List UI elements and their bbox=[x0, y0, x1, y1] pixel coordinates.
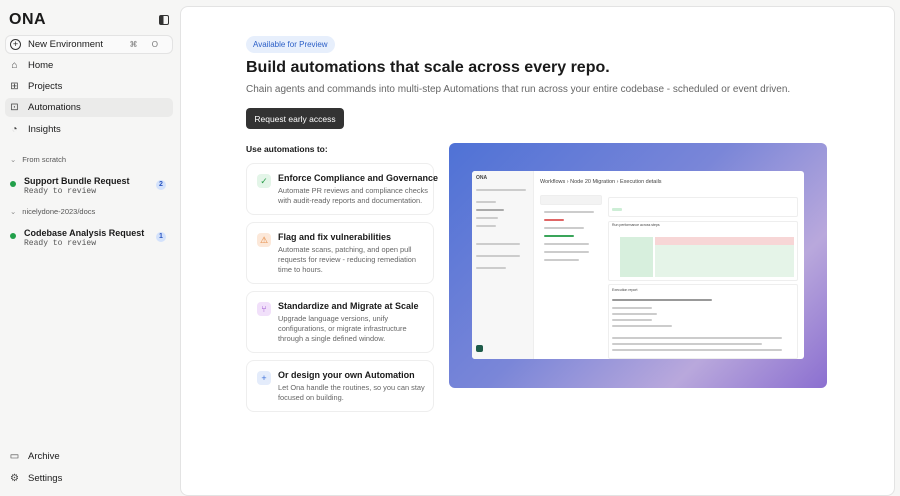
page-title: Build automations that scale across ever… bbox=[246, 59, 610, 76]
chevron-down-icon: ⌄ bbox=[10, 155, 17, 164]
sidebar-toggle-icon[interactable] bbox=[159, 15, 169, 25]
pie-chart-icon: ◔ bbox=[11, 124, 18, 135]
nav-label: Insights bbox=[28, 124, 61, 135]
group-docs[interactable]: ⌄ nicelydone-2023/docs bbox=[10, 207, 95, 216]
status-dot bbox=[10, 233, 16, 239]
card-description: Automate scans, patching, and open pull … bbox=[278, 245, 417, 274]
nav-label: Home bbox=[28, 60, 54, 71]
nav-insights[interactable]: ◔ Insights bbox=[5, 120, 173, 139]
use-case-card: ⑂ Standardize and Migrate at Scale Upgra… bbox=[246, 291, 434, 353]
request-early-access-button[interactable]: Request early access bbox=[246, 108, 344, 129]
use-case-card: ⚠ Flag and fix vulnerabilities Automate … bbox=[246, 222, 434, 284]
new-environment-button[interactable]: + New Environment ⌘ O bbox=[5, 35, 173, 54]
group-label: From scratch bbox=[22, 155, 67, 164]
nav-archive[interactable]: ▭ Archive bbox=[5, 447, 173, 466]
preview-screenshot: ONA Workflows › Node 20 Migration › Exec… bbox=[472, 171, 804, 359]
task-name: Codebase Analysis Request bbox=[24, 228, 145, 238]
task-item[interactable]: Codebase Analysis Request Ready to revie… bbox=[10, 228, 168, 250]
nav-home[interactable]: ⌂ Home bbox=[5, 56, 173, 75]
nav-label: Automations bbox=[28, 102, 81, 113]
sidebar: ONA + New Environment ⌘ O ⌂ Home ⊞ Project… bbox=[0, 0, 180, 484]
card-description: Automate PR reviews and compliance check… bbox=[278, 186, 428, 205]
warning-icon: ⚠ bbox=[257, 233, 271, 247]
card-description: Let Ona handle the routines, so you can … bbox=[278, 383, 425, 402]
home-icon: ⌂ bbox=[11, 60, 18, 71]
shortcut-hint: ⌘ O bbox=[129, 40, 164, 49]
product-preview-image: ONA Workflows › Node 20 Migration › Exec… bbox=[449, 143, 827, 388]
count-badge: 1 bbox=[156, 232, 166, 242]
nav-label: Projects bbox=[28, 81, 63, 92]
group-from-scratch[interactable]: ⌄ From scratch bbox=[10, 155, 66, 164]
automation-icon: ⊡ bbox=[10, 102, 19, 113]
use-case-card: ✓ Enforce Compliance and Governance Auto… bbox=[246, 163, 438, 215]
card-title: Flag and fix vulnerabilities bbox=[278, 232, 392, 242]
count-badge: 2 bbox=[156, 180, 166, 190]
task-status: Ready to review bbox=[24, 187, 97, 196]
plus-icon: + bbox=[257, 371, 271, 385]
shield-check-icon: ✓ bbox=[257, 174, 271, 188]
nav-automations[interactable]: ⊡ Automations bbox=[5, 98, 173, 117]
archive-icon: ▭ bbox=[9, 451, 20, 462]
preview-breadcrumb: Workflows › Node 20 Migration › Executio… bbox=[540, 179, 662, 185]
card-title: Or design your own Automation bbox=[278, 370, 415, 380]
nav-projects[interactable]: ⊞ Projects bbox=[5, 77, 173, 96]
nav-settings[interactable]: ⚙ Settings bbox=[5, 469, 173, 488]
new-environment-label: New Environment bbox=[28, 39, 103, 50]
card-description: Upgrade language versions, unify configu… bbox=[278, 314, 407, 343]
task-name: Support Bundle Request bbox=[24, 176, 130, 186]
ona-logo: ONA bbox=[9, 11, 47, 28]
preview-chart-title: Run performance across steps bbox=[612, 223, 660, 227]
preview-sidebar: ONA bbox=[472, 171, 534, 359]
card-title: Standardize and Migrate at Scale bbox=[278, 301, 419, 311]
nav-label: Settings bbox=[28, 473, 63, 484]
plus-circle-icon: + bbox=[10, 39, 21, 50]
preview-badge: Available for Preview bbox=[246, 36, 335, 53]
grid-icon: ⊞ bbox=[10, 81, 19, 92]
use-case-card: + Or design your own Automation Let Ona … bbox=[246, 360, 434, 412]
page-subtitle: Chain agents and commands into multi-ste… bbox=[246, 84, 791, 95]
group-label: nicelydone-2023/docs bbox=[22, 207, 96, 216]
use-cases-heading: Use automations to: bbox=[246, 144, 328, 154]
task-status: Ready to review bbox=[24, 239, 97, 248]
gear-icon: ⚙ bbox=[10, 473, 19, 484]
preview-report-title: Execution report bbox=[612, 288, 638, 292]
main-panel: Available for Preview Build automations … bbox=[180, 6, 895, 496]
branch-icon: ⑂ bbox=[257, 302, 271, 316]
card-title: Enforce Compliance and Governance bbox=[278, 173, 439, 183]
chevron-down-icon: ⌄ bbox=[10, 207, 17, 216]
status-dot bbox=[10, 181, 16, 187]
nav-label: Archive bbox=[28, 451, 60, 462]
task-item[interactable]: Support Bundle Request Ready to review 2 bbox=[10, 176, 168, 198]
